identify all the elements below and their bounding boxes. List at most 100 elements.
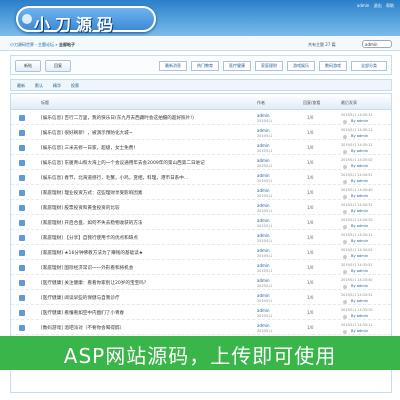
filter-default[interactable]: 默认	[35, 83, 43, 89]
new-post-button[interactable]: 新帖	[15, 60, 41, 72]
table-row[interactable]: [娱乐信息] 春节，北海道感行，毛蟹，小鸡，变相，料理，港币日系中... admi…	[11, 171, 391, 185]
topic-title-link[interactable]: [家庭理财] 开启合盘，如何不失去稳物收获的方法	[41, 220, 219, 226]
table-row[interactable]: [家庭理财] 股票投资和黄金投资的比较 admin 2019/1/1 1/0 2019/…	[11, 201, 391, 215]
topic-title-link[interactable]: [娱乐信息] 东厦青山和大海上的一个会议通用年去会2009年的第山西第二日进记	[41, 160, 219, 166]
category-tab[interactable]: 医疗健康	[223, 61, 251, 71]
topic-icon	[19, 115, 25, 121]
reply-button[interactable]: 回复	[45, 60, 71, 72]
last-poster-link[interactable]: By admin	[351, 134, 368, 138]
table-row[interactable]: [数码游戏] 酒吧派对（不要你会喝得醉） admin 2019/1/1 1/0 2019…	[11, 321, 391, 335]
table-header: 标题 作者 回复/查看 最后发表	[11, 94, 391, 110]
topic-title-link[interactable]: [医疗健康] 关注健康：看看你家别让20岁的宝宝吗?	[41, 280, 219, 286]
topic-title-link[interactable]: [家庭理财] 国际经济常识一一外形看和将机会	[41, 265, 219, 271]
filter-latest[interactable]: 最新	[17, 83, 25, 89]
reply-count: 1/0	[307, 235, 314, 240]
author-link[interactable]: admin	[257, 278, 270, 283]
table-row[interactable]: [医疗健康] 关注健康：看看你家别让20岁的宝宝吗? admin 2019/1/1 1…	[11, 276, 391, 290]
last-poster-icon	[343, 270, 347, 274]
last-poster-link[interactable]: By admin	[351, 284, 368, 288]
reply-count: 1/0	[307, 265, 314, 270]
table-row[interactable]: [家庭理财] 开启合盘，如何不失去稳物收获的方法 admin 2019/1/1 1/0…	[11, 216, 391, 230]
last-poster-link[interactable]: By admin	[351, 254, 368, 258]
topic-title-link[interactable]: [娱乐信息] 三米去修一日家，超级，女士免费！	[41, 145, 219, 151]
topic-title-link[interactable]: [家庭理财] 【分享】自我行使用卡的优点和缺点	[41, 235, 219, 241]
last-poster-link[interactable]: By admin	[351, 329, 368, 333]
category-tab[interactable]: 最新消息	[159, 61, 187, 71]
topic-title-link[interactable]: [家庭理财] ★16分钟佛教方法为了赚钱的基础读★	[41, 250, 219, 256]
last-poster-link[interactable]: By admin	[351, 314, 368, 318]
topic-title-link[interactable]: [数码游戏] 酒吧派对（不要你会喝得醉）	[41, 325, 219, 331]
filter-bar: 最新 默认 精华 投票	[10, 79, 392, 91]
help-link[interactable]: 帮助	[386, 3, 394, 8]
last-poster-link[interactable]: By admin	[351, 224, 368, 228]
table-row[interactable]: [娱乐信息] 三米去修一日家，超级，女士免费！ admin 2019/1/1 1/0 2…	[11, 141, 391, 155]
username-link[interactable]: admin	[357, 3, 370, 8]
table-row[interactable]: [家庭理财] 国际经济常识一一外形看和将机会 admin 2019/1/1 1/0 20…	[11, 261, 391, 275]
category-tab[interactable]: 全部分类	[351, 61, 387, 71]
last-poster-link[interactable]: By admin	[351, 119, 368, 123]
post-date: 2019/1/1	[257, 209, 273, 213]
last-poster-link[interactable]: By admin	[351, 269, 368, 273]
last-poster-link[interactable]: By admin	[351, 164, 368, 168]
author-link[interactable]: admin	[257, 188, 270, 193]
author-link[interactable]: admin	[257, 203, 270, 208]
reply-count: 1/0	[307, 115, 314, 120]
table-row[interactable]: [家庭理财] 【分享】自我行使用卡的优点和缺点 admin 2019/1/1 1/0 2…	[11, 231, 391, 245]
topic-title-link[interactable]: [娱乐信息] 百行二万里，我的快乐日(东九月去西藏时会这拍摄的超好照片!)	[41, 115, 219, 121]
author-link[interactable]: admin	[257, 323, 270, 328]
table-row[interactable]: [医疗健康] 阅读早些的保健与自我诊疗 admin 2019/1/1 1/0 2019/…	[11, 291, 391, 305]
category-tab[interactable]: 家庭理财	[255, 61, 283, 71]
last-poster-icon	[343, 180, 347, 184]
logout-link[interactable]: 退出	[374, 3, 382, 8]
last-poster-link[interactable]: By admin	[351, 299, 368, 303]
post-date: 2019/1/1	[257, 314, 273, 318]
author-link[interactable]: admin	[257, 233, 270, 238]
topic-title-link[interactable]: [医疗健康] 阅读早些的保健与自我诊疗	[41, 295, 219, 301]
author-select[interactable]: admin	[362, 40, 392, 48]
last-poster-link[interactable]: By admin	[351, 209, 368, 213]
author-link[interactable]: admin	[257, 293, 270, 298]
topic-title-link[interactable]: [家庭理财] 理业投资方式：这些理财享受影响因素	[41, 190, 219, 196]
topic-title-link[interactable]: [医疗健康] 看懂看如空中内图们了小青春	[41, 310, 219, 316]
author-link[interactable]: admin	[257, 263, 270, 268]
category-tab[interactable]: 热门教育	[191, 61, 219, 71]
table-row[interactable]: [家庭理财] ★16分钟佛教方法为了赚钱的基础读★ admin 2019/1/1 1/…	[11, 246, 391, 260]
author-link[interactable]: admin	[257, 218, 270, 223]
topic-title-link[interactable]: [家庭理财] 股票投资和黄金投资的比较	[41, 205, 219, 211]
topic-icon	[19, 160, 25, 166]
last-post-time: 2019/1/1 14:33:31	[341, 293, 373, 297]
breadcrumb-home[interactable]: 小刀源码世界 - 主题论坛	[10, 42, 54, 47]
breadcrumb: 小刀源码世界 - 主题论坛 » 全部帖子	[10, 42, 75, 47]
category-tab[interactable]: 游戏娱乐	[287, 61, 315, 71]
table-row[interactable]: [娱乐信息] 百行二万里，我的快乐日(东九月去西藏时会这拍摄的超好照片!) adm…	[11, 111, 391, 125]
topic-title-link[interactable]: [娱乐信息] 很好刷新！，被演示预防化大城~	[41, 130, 219, 136]
author-link[interactable]: admin	[257, 128, 270, 133]
table-row[interactable]: [家庭理财] 理业投资方式：这些理财享受影响因素 admin 2019/1/1 1/0…	[11, 186, 391, 200]
category-tab[interactable]: 数码游戏	[319, 61, 347, 71]
table-row[interactable]: [医疗健康] 看懂看如空中内图们了小青春 admin 2019/1/1 1/0 2019…	[11, 306, 391, 320]
last-post-time: 2019/1/1 14:34:40	[341, 188, 373, 192]
last-poster-icon	[343, 285, 347, 289]
reply-count: 1/0	[307, 325, 314, 330]
header: 小刀源码 admin 退出 帮助	[0, 0, 400, 36]
last-post-time: 2019/1/1 14:33:11	[341, 323, 373, 327]
last-poster-link[interactable]: By admin	[351, 149, 368, 153]
last-poster-link[interactable]: By admin	[351, 239, 368, 243]
filter-digest[interactable]: 精华	[53, 83, 61, 89]
banner-text: ASP网站源码，上传即可使用	[63, 344, 337, 368]
author-link[interactable]: admin	[257, 173, 270, 178]
table-row[interactable]: [娱乐信息] 很好刷新！，被演示预防化大城~ admin 2019/1/1 1/0 20…	[11, 126, 391, 140]
last-post-time: 2019/1/1 14:33:20	[341, 308, 373, 312]
author-link[interactable]: admin	[257, 143, 270, 148]
author-link[interactable]: admin	[257, 158, 270, 163]
author-link[interactable]: admin	[257, 308, 270, 313]
logo[interactable]: 小刀源码	[16, 6, 156, 34]
last-poster-link[interactable]: By admin	[351, 194, 368, 198]
filter-poll[interactable]: 投票	[71, 83, 79, 89]
last-poster-link[interactable]: By admin	[351, 179, 368, 183]
table-row[interactable]: [娱乐信息] 东厦青山和大海上的一个会议通用年去会2009年的第山西第二日进记 a…	[11, 156, 391, 170]
last-poster-icon	[343, 195, 347, 199]
author-link[interactable]: admin	[257, 113, 270, 118]
author-link[interactable]: admin	[257, 248, 270, 253]
topic-title-link[interactable]: [娱乐信息] 春节，北海道感行，毛蟹，小鸡，变相，料理，港币日系中...	[41, 175, 219, 181]
